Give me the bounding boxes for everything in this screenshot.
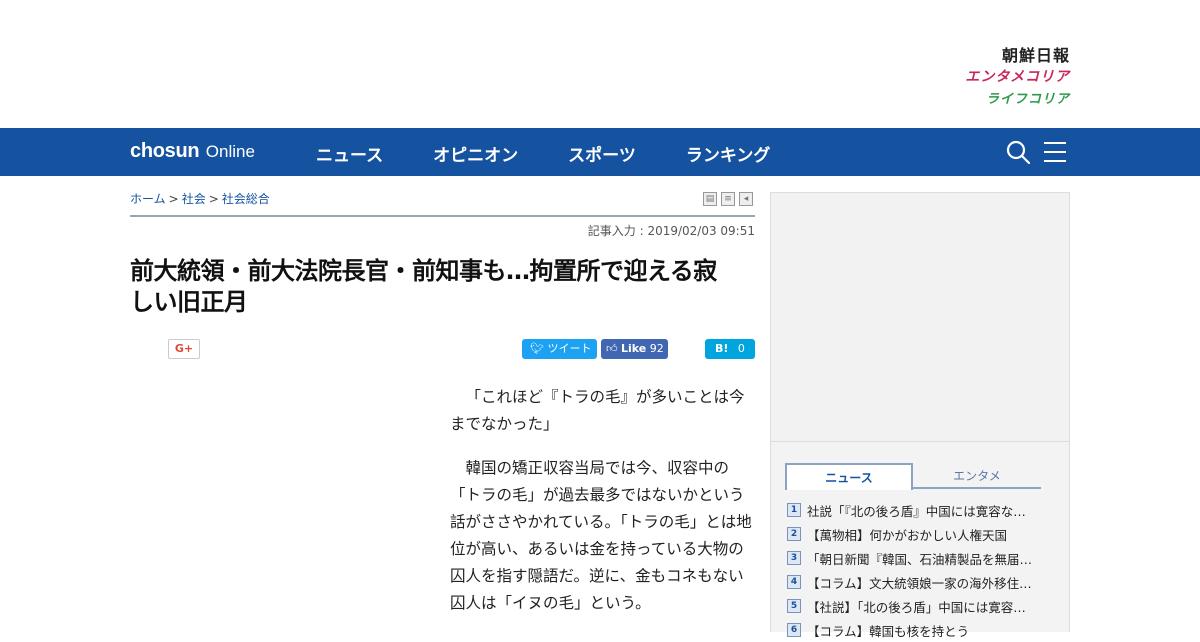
hatena-count: 0 xyxy=(737,342,745,355)
facebook-like-button[interactable]: 👍︎ Like 92 xyxy=(601,339,668,359)
like-count: 92 xyxy=(649,342,664,355)
breadcrumb-separator: > xyxy=(168,192,179,206)
rank-number: 5 xyxy=(787,599,801,613)
rank-number: 1 xyxy=(787,503,801,517)
ranking-item[interactable]: 4 【コラム】文大統領娘一家の海外移住… xyxy=(787,570,1049,594)
article-date: 記事入力 : 2019/02/03 09:51 xyxy=(587,224,755,238)
rank-number: 4 xyxy=(787,575,801,589)
tab-news[interactable]: ニュース xyxy=(785,463,913,490)
menu-icon[interactable] xyxy=(1043,141,1067,163)
brand-links: 朝鮮日報 エンタメコリア ライフコリア xyxy=(965,42,1070,108)
logo-bold-text: chosun xyxy=(130,140,200,162)
ranking-item[interactable]: 1 社説「『北の後ろ盾』中国には寛容な… xyxy=(787,498,1049,522)
ad-space xyxy=(770,192,1070,442)
breadcrumb-society[interactable]: 社会 xyxy=(182,192,206,206)
hatena-bookmark-button[interactable]: B! 0 xyxy=(705,339,755,359)
article-headline: 前大統領・前大法院長官・前知事も…拘置所で迎える寂しい旧正月 xyxy=(130,257,717,316)
rank-number: 2 xyxy=(787,527,801,541)
ranking-title: 社説「『北の後ろ盾』中国には寛容な… xyxy=(807,503,1026,519)
divider xyxy=(130,215,755,217)
ranking-item[interactable]: 5 【社説】「北の後ろ盾」中国には寛容… xyxy=(787,594,1049,618)
google-plus-button[interactable]: G+ xyxy=(168,339,200,359)
entame-korea-link[interactable]: エンタメコリア xyxy=(965,66,1070,88)
breadcrumb-separator: > xyxy=(208,192,219,206)
list-icon[interactable]: ≡ xyxy=(721,192,735,206)
search-icon[interactable] xyxy=(1006,140,1030,164)
ranking-item[interactable]: 3 「朝日新聞『韓国、石油精製品を無届… xyxy=(787,546,1049,570)
nav-item-opinion[interactable]: オピニオン xyxy=(433,141,518,166)
ranking-title: 「朝日新聞『韓国、石油精製品を無届… xyxy=(807,551,1033,567)
rank-number: 6 xyxy=(787,623,801,637)
ranking-title: 【社説】「北の後ろ盾」中国には寛容… xyxy=(807,599,1026,615)
ranking-item[interactable]: 2 【萬物相】何かがおかしい人権天国 xyxy=(787,522,1049,546)
nav-menu: ニュース オピニオン スポーツ ランキング xyxy=(316,141,820,166)
ranking-title: 【コラム】韓国も核を持とう xyxy=(807,623,970,639)
chosun-ilbo-link[interactable]: 朝鮮日報 xyxy=(965,42,1070,66)
hatena-label: B! xyxy=(715,342,729,355)
article-tools: ▤ ≡ ◂ xyxy=(703,192,753,206)
tweet-label: ツイート xyxy=(547,342,592,355)
rank-number: 3 xyxy=(787,551,801,565)
brand-header: 朝鮮日報 エンタメコリア ライフコリア xyxy=(0,0,1200,128)
ranking-title: 【萬物相】何かがおかしい人権天国 xyxy=(807,527,1008,543)
breadcrumb-society-general[interactable]: 社会総合 xyxy=(222,192,270,206)
article-paragraph: 韓国の矯正収容当局では今、収容中の「トラの毛」が過去最多ではないかという話がささ… xyxy=(450,459,752,612)
tab-entame[interactable]: エンタメ xyxy=(913,463,1041,489)
twitter-bird-icon: 🐦︎ xyxy=(530,342,544,355)
ranking-item[interactable]: 6 【コラム】韓国も核を持とう xyxy=(787,618,1049,642)
chosun-online-logo[interactable]: chosun Online xyxy=(130,140,255,163)
breadcrumb: ホーム > 社会 > 社会総合 xyxy=(130,190,270,207)
ranking-list: 1 社説「『北の後ろ盾』中国には寛容な… 2 【萬物相】何かがおかしい人権天国 … xyxy=(787,498,1049,642)
logo-light-text: Online xyxy=(205,142,255,161)
nav-item-news[interactable]: ニュース xyxy=(316,141,383,166)
ranking-tabs: ニュース エンタメ xyxy=(785,463,1041,490)
thumbs-up-icon: 👍︎ xyxy=(606,342,618,355)
nav-item-sports[interactable]: スポーツ xyxy=(568,141,636,166)
article-paragraph: 「これほど『トラの毛』が多いことは今までなかった」 xyxy=(450,388,745,433)
breadcrumb-home[interactable]: ホーム xyxy=(130,192,166,206)
print-icon[interactable]: ▤ xyxy=(703,192,717,206)
tweet-button[interactable]: 🐦︎ ツイート xyxy=(522,339,597,359)
ranking-title: 【コラム】文大統領娘一家の海外移住… xyxy=(807,575,1032,591)
life-korea-link[interactable]: ライフコリア xyxy=(965,88,1070,108)
like-label: Like xyxy=(621,342,647,355)
article-body: 「これほど『トラの毛』が多いことは今までなかった」 韓国の矯正収容当局では今、収… xyxy=(450,384,755,634)
back-arrow-icon[interactable]: ◂ xyxy=(739,192,753,206)
nav-item-ranking[interactable]: ランキング xyxy=(686,141,771,166)
